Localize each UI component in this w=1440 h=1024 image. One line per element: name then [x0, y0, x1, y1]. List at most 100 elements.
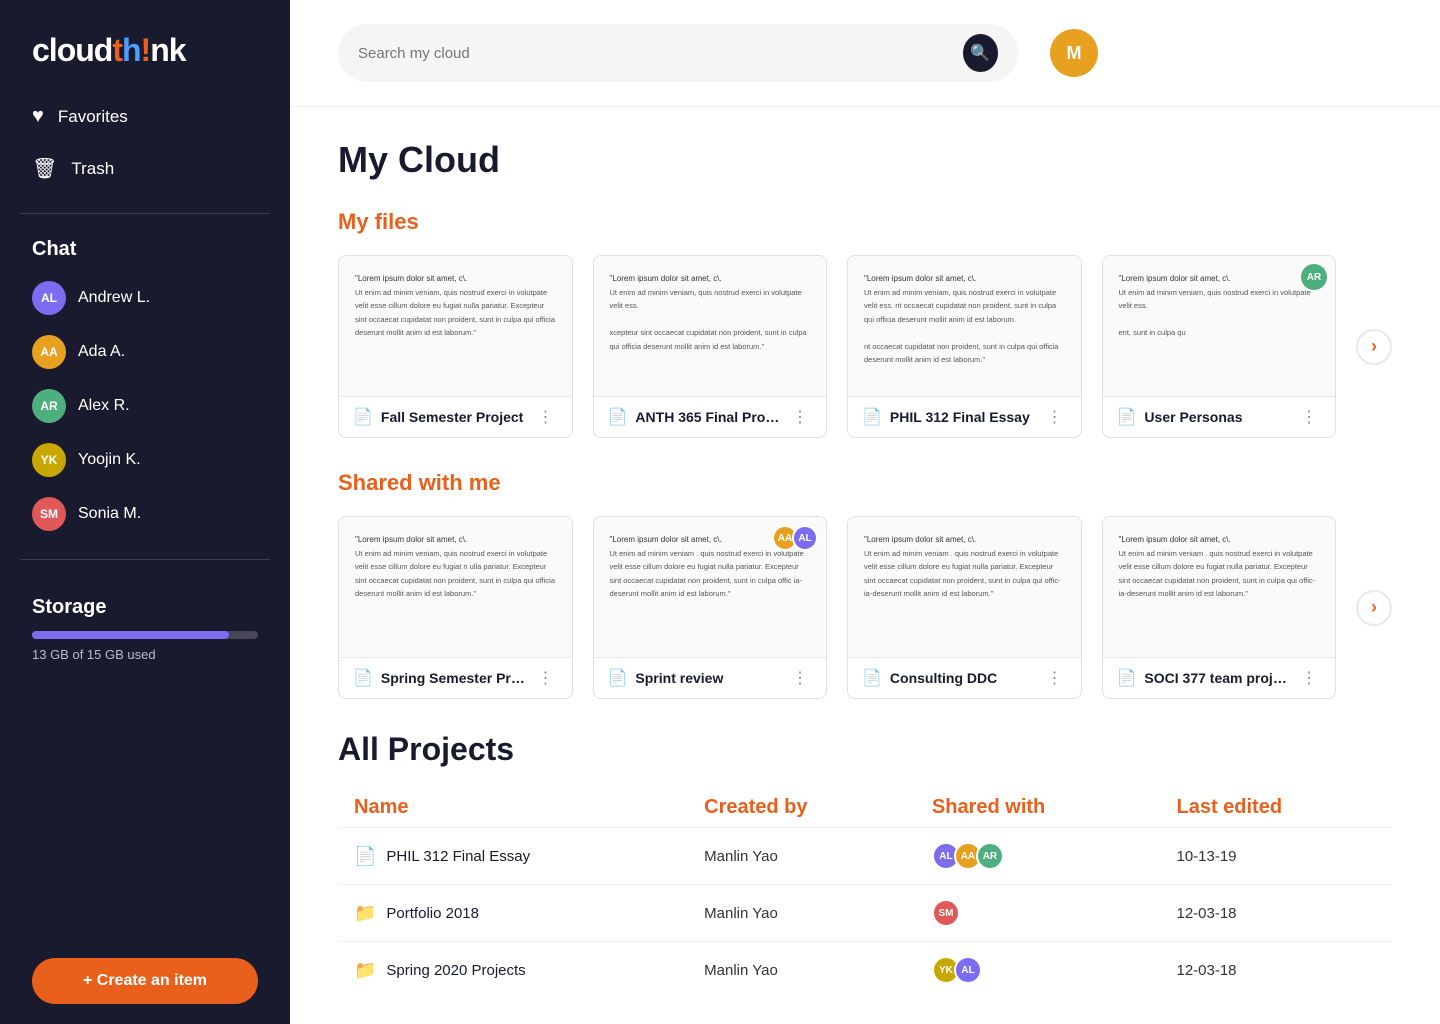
shared-more-btn-3[interactable]: ⋮: [1043, 668, 1067, 688]
page-title: My Cloud: [338, 139, 1392, 181]
logo-cloud: cloud: [32, 32, 112, 68]
shared-files-row: "Lorem ipsum dolor sit amet, c\. Ut enim…: [338, 516, 1392, 699]
shared-name-3: Consulting DDC: [890, 670, 1035, 686]
proj-created-by-1: Manlin Yao: [688, 828, 916, 885]
col-created-by: Created by: [688, 788, 916, 828]
proj-name-1: PHIL 312 Final Essay: [386, 848, 530, 865]
create-item-button[interactable]: + Create an item: [32, 958, 258, 1004]
chat-divider: [20, 559, 270, 560]
proj-icon-2: 📁: [354, 903, 376, 924]
user-avatar[interactable]: M: [1050, 29, 1098, 77]
chat-section-title: Chat: [0, 230, 290, 273]
my-files-next-arrow[interactable]: ›: [1356, 329, 1392, 365]
file-footer-2: 📄 ANTH 365 Final Project ⋮: [594, 396, 827, 437]
proj-shared-2: SM: [916, 885, 1161, 942]
file-card-fall-semester: "Lorem ipsum dolor sit amet, c\. Ut enim…: [338, 255, 573, 438]
file-more-btn-3[interactable]: ⋮: [1043, 407, 1067, 427]
nav-divider: [20, 213, 270, 214]
trash-icon: 🗑: [32, 156, 57, 181]
project-name-cell-2: 📁 Portfolio 2018: [338, 885, 688, 942]
file-preview-2: "Lorem ipsum dolor sit amet, c\. Ut enim…: [594, 256, 827, 396]
all-projects-title: All Projects: [338, 731, 1392, 768]
file-preview-1: "Lorem ipsum dolor sit amet, c\. Ut enim…: [339, 256, 572, 396]
proj-name-3: Spring 2020 Projects: [386, 962, 525, 979]
proj-created-by-2: Manlin Yao: [688, 885, 916, 942]
search-input[interactable]: [358, 45, 953, 62]
sa-sm: SM: [932, 899, 960, 927]
file-preview-4: AR "Lorem ipsum dolor sit amet, c\. Ut e…: [1103, 256, 1336, 396]
shared-name-4: SOCI 377 team project: [1144, 670, 1289, 686]
logo-h: h: [122, 32, 141, 68]
chat-user-yk: Yoojin K.: [78, 451, 141, 469]
app-logo: cloudth!nk: [0, 0, 290, 93]
sidebar-item-favorites[interactable]: ♥ Favorites: [20, 93, 270, 140]
table-row: 📁 Portfolio 2018 Manlin Yao SM 12-03-18: [338, 885, 1392, 942]
avatar-aa: AA: [32, 335, 66, 369]
content-area: My Cloud My files "Lorem ipsum dolor sit…: [290, 107, 1440, 1024]
sidebar-nav: ♥ Favorites 🗑 Trash: [0, 93, 290, 197]
file-name-2: ANTH 365 Final Project: [635, 409, 780, 425]
proj-created-by-3: Manlin Yao: [688, 942, 916, 999]
file-card-phil: "Lorem ipsum dolor sit amet, c\. Ut enim…: [847, 255, 1082, 438]
storage-bar-bg: [32, 631, 258, 639]
main-content: 🔍 M My Cloud My files "Lorem ipsum dolor…: [290, 0, 1440, 1024]
sidebar-item-trash[interactable]: 🗑 Trash: [20, 144, 270, 193]
file-more-btn-4[interactable]: ⋮: [1297, 407, 1321, 427]
chat-item-ar[interactable]: AR Alex R.: [20, 381, 270, 431]
file-name-4: User Personas: [1144, 409, 1289, 425]
shared-preview-2: AA AL "Lorem ipsum dolor sit amet, c\. U…: [594, 517, 827, 657]
table-row: 📁 Spring 2020 Projects Manlin Yao YK AL …: [338, 942, 1392, 999]
shared-more-btn-1[interactable]: ⋮: [534, 668, 558, 688]
shared-doc-icon-2: 📄: [608, 668, 628, 688]
chat-item-yk[interactable]: YK Yoojin K.: [20, 435, 270, 485]
search-button[interactable]: 🔍: [963, 34, 998, 72]
avatar-yk: YK: [32, 443, 66, 477]
col-shared-with: Shared with: [916, 788, 1161, 828]
shared-doc-icon-1: 📄: [353, 668, 373, 688]
shared-files-next-arrow[interactable]: ›: [1356, 590, 1392, 626]
sa-al2: AL: [954, 956, 982, 984]
project-name-cell-3: 📁 Spring 2020 Projects: [338, 942, 688, 999]
shared-card-soci: "Lorem ipsum dolor sit amet, c\. Ut enim…: [1102, 516, 1337, 699]
shared-avatars-2: SM: [932, 899, 1145, 927]
file-preview-3: "Lorem ipsum dolor sit amet, c\. Ut enim…: [848, 256, 1081, 396]
shared-more-btn-2[interactable]: ⋮: [788, 668, 812, 688]
logo-t: t: [112, 32, 122, 68]
shared-title: Shared with me: [338, 470, 1392, 496]
storage-bar-fill: [32, 631, 229, 639]
shared-footer-1: 📄 Spring Semester Project ⋮: [339, 657, 572, 698]
sprint-avatar-al: AL: [792, 525, 818, 551]
shared-footer-3: 📄 Consulting DDC ⋮: [848, 657, 1081, 698]
shared-section: Shared with me "Lorem ipsum dolor sit am…: [338, 470, 1392, 699]
chat-user-sm: Sonia M.: [78, 505, 141, 523]
chat-item-al[interactable]: AL Andrew L.: [20, 273, 270, 323]
shared-preview-3: "Lorem ipsum dolor sit amet, c\. Ut enim…: [848, 517, 1081, 657]
search-icon: 🔍: [970, 43, 990, 63]
file-card-user-personas: AR "Lorem ipsum dolor sit amet, c\. Ut e…: [1102, 255, 1337, 438]
avatar-al: AL: [32, 281, 66, 315]
proj-shared-3: YK AL: [916, 942, 1161, 999]
chat-item-aa[interactable]: AA Ada A.: [20, 327, 270, 377]
file-more-btn-1[interactable]: ⋮: [534, 407, 558, 427]
shared-card-spring: "Lorem ipsum dolor sit amet, c\. Ut enim…: [338, 516, 573, 699]
file-footer-1: 📄 Fall Semester Project ⋮: [339, 396, 572, 437]
storage-text: 13 GB of 15 GB used: [32, 647, 258, 662]
project-name-cell-1: 📄 PHIL 312 Final Essay: [338, 828, 688, 885]
shared-preview-1: "Lorem ipsum dolor sit amet, c\. Ut enim…: [339, 517, 572, 657]
proj-shared-1: AL AA AR: [916, 828, 1161, 885]
file-name-3: PHIL 312 Final Essay: [890, 409, 1035, 425]
trash-label: Trash: [71, 159, 114, 179]
proj-edited-2: 12-03-18: [1160, 885, 1392, 942]
avatar-ar: AR: [32, 389, 66, 423]
proj-icon-1: 📄: [354, 846, 376, 867]
logo-nk: nk: [150, 32, 185, 68]
shared-more-btn-4[interactable]: ⋮: [1297, 668, 1321, 688]
shared-doc-icon-3: 📄: [862, 668, 882, 688]
sidebar: cloudth!nk ♥ Favorites 🗑 Trash Chat AL A…: [0, 0, 290, 1024]
proj-name-2: Portfolio 2018: [386, 905, 479, 922]
heart-icon: ♥: [32, 105, 44, 128]
chat-item-sm[interactable]: SM Sonia M.: [20, 489, 270, 539]
shared-card-sprint: AA AL "Lorem ipsum dolor sit amet, c\. U…: [593, 516, 828, 699]
file-more-btn-2[interactable]: ⋮: [788, 407, 812, 427]
chat-user-aa: Ada A.: [78, 343, 125, 361]
